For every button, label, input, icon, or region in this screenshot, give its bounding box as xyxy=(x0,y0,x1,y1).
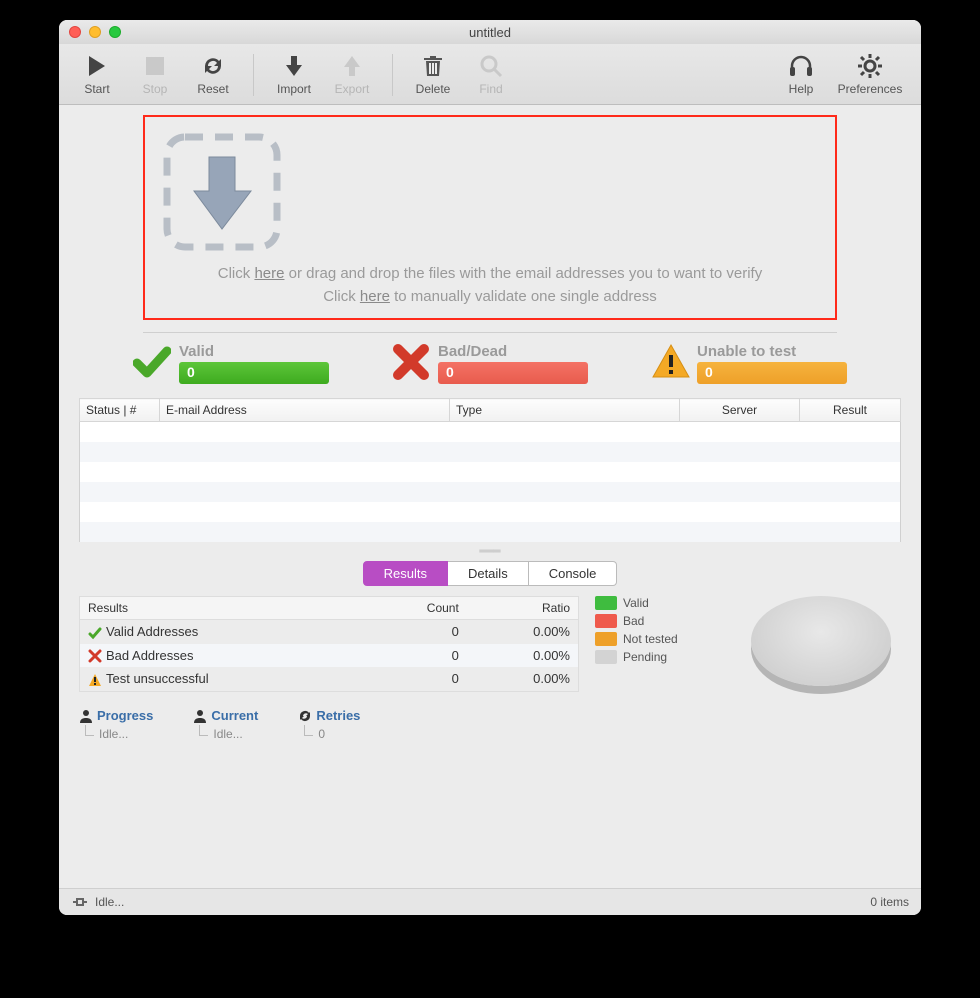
rh-ratio: Ratio xyxy=(467,597,579,620)
email-table: Status | # E-mail Address Type Server Re… xyxy=(79,398,901,542)
refresh-icon xyxy=(201,52,225,80)
plug-icon xyxy=(71,896,89,908)
status-current: Current Idle... xyxy=(193,708,258,741)
swatch-valid xyxy=(595,596,617,610)
table-body[interactable] xyxy=(79,422,901,542)
bad-count: 0 xyxy=(438,362,588,384)
person-icon xyxy=(79,709,93,723)
export-button: Export xyxy=(326,52,378,96)
resize-grip[interactable]: ═══ xyxy=(73,542,907,561)
headset-icon xyxy=(788,52,814,80)
app-window: untitled Start Stop Reset xyxy=(59,20,921,915)
download-icon xyxy=(283,52,305,80)
status-row: Progress Idle... Current Idle... Retries… xyxy=(79,708,901,741)
import-button[interactable]: Import xyxy=(268,52,320,96)
col-server[interactable]: Server xyxy=(680,399,800,422)
results-row-valid: Valid Addresses 0 0.00% xyxy=(80,620,579,644)
swatch-nottested xyxy=(595,632,617,646)
col-result[interactable]: Result xyxy=(800,399,901,422)
delete-button[interactable]: Delete xyxy=(407,52,459,96)
col-email[interactable]: E-mail Address xyxy=(160,399,450,422)
footer-items: 0 items xyxy=(870,895,909,909)
col-type[interactable]: Type xyxy=(450,399,680,422)
play-icon xyxy=(87,52,107,80)
swatch-pending xyxy=(595,650,617,664)
window-title: untitled xyxy=(59,25,921,40)
drop-link-files[interactable]: here xyxy=(254,265,284,282)
stop-icon xyxy=(145,52,165,80)
counters-row: Valid 0 Bad/Dead 0 Unable to test xyxy=(133,343,847,384)
drop-link-manual[interactable]: here xyxy=(360,288,390,305)
unable-count: 0 xyxy=(697,362,847,384)
upload-icon xyxy=(341,52,363,80)
warning-icon xyxy=(88,673,102,687)
footer: Idle... 0 items xyxy=(59,888,921,915)
dropzone[interactable]: Click here or drag and drop the files wi… xyxy=(143,115,837,320)
rh-results: Results xyxy=(80,597,367,620)
x-icon xyxy=(88,649,102,663)
x-icon xyxy=(392,343,430,381)
warning-icon xyxy=(651,343,689,381)
titlebar: untitled xyxy=(59,20,921,44)
counter-bad: Bad/Dead 0 xyxy=(392,343,588,384)
find-button: Find xyxy=(465,52,517,96)
counter-valid: Valid 0 xyxy=(133,343,329,384)
valid-count: 0 xyxy=(179,362,329,384)
drop-text-2: Click here to manually validate one sing… xyxy=(157,286,823,309)
col-status[interactable]: Status | # xyxy=(80,399,160,422)
check-icon xyxy=(133,343,171,381)
footer-status: Idle... xyxy=(95,895,124,909)
preferences-button[interactable]: Preferences xyxy=(831,52,909,96)
help-button[interactable]: Help xyxy=(775,52,827,96)
tab-results[interactable]: Results xyxy=(363,561,448,586)
results-panel: Results Count Ratio Valid Addresses 0 0.… xyxy=(79,596,579,696)
search-icon xyxy=(479,52,503,80)
pie-chart xyxy=(741,596,901,696)
status-progress: Progress Idle... xyxy=(79,708,153,741)
drop-arrow-icon xyxy=(157,127,823,257)
start-button[interactable]: Start xyxy=(71,52,123,96)
status-retries: Retries 0 xyxy=(298,708,360,741)
tab-bar: Results Details Console xyxy=(73,561,907,586)
legend: Valid Bad Not tested Pending xyxy=(595,596,725,696)
gear-icon xyxy=(857,52,883,80)
tab-details[interactable]: Details xyxy=(448,561,529,586)
tab-console[interactable]: Console xyxy=(529,561,618,586)
toolbar: Start Stop Reset Import xyxy=(59,44,921,105)
drop-text-1: Click here or drag and drop the files wi… xyxy=(157,263,823,286)
results-row-unsuccessful: Test unsuccessful 0 0.00% xyxy=(80,667,579,691)
reset-button[interactable]: Reset xyxy=(187,52,239,96)
refresh-icon xyxy=(298,709,312,723)
person-icon xyxy=(193,709,207,723)
trash-icon xyxy=(422,52,444,80)
counter-unable: Unable to test 0 xyxy=(651,343,847,384)
results-row-bad: Bad Addresses 0 0.00% xyxy=(80,644,579,668)
swatch-bad xyxy=(595,614,617,628)
rh-count: Count xyxy=(366,597,466,620)
check-icon xyxy=(88,626,102,640)
stop-button: Stop xyxy=(129,52,181,96)
